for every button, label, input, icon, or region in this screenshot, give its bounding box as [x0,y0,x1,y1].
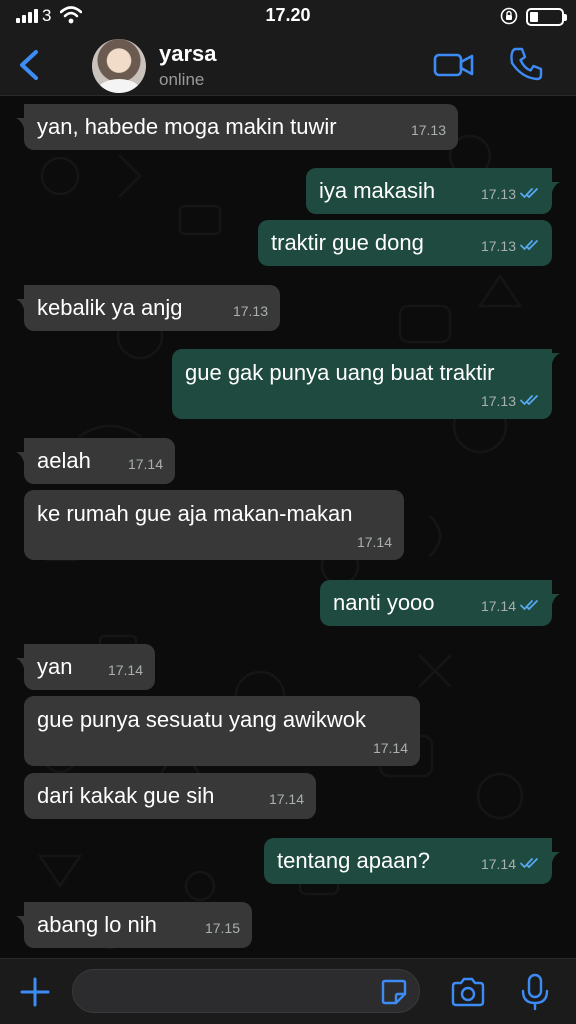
double-check-icon [520,600,538,610]
message-time: 17.14 [356,534,392,550]
incoming-message[interactable]: gue punya sesuatu yang awikwok 17.14 [24,696,420,766]
message-time: 17.13 [480,393,516,409]
message-time: 17.14 [480,598,516,614]
avatar[interactable] [92,39,146,93]
incoming-message[interactable]: aelah 17.14 [16,438,175,484]
battery-icon [526,8,567,26]
message-time: 17.14 [480,856,516,872]
phone-icon[interactable] [508,46,544,82]
bubble-tail [16,104,30,134]
outgoing-message[interactable]: gue gak punya uang buat traktir 17.13 [172,349,560,419]
sticker-icon[interactable] [380,978,408,1006]
chat-header: yarsa online [0,34,576,96]
message-text: kebalik ya anjg [37,295,183,320]
chevron-left-icon[interactable] [16,48,42,82]
message-text: gue gak punya uang buat traktir [185,360,495,385]
message-time: 17.14 [268,791,304,807]
incoming-message[interactable]: ke rumah gue aja makan-makan 17.14 [24,490,404,560]
microphone-icon[interactable] [520,973,550,1011]
bubble-tail [546,580,560,610]
message-time: 17.15 [204,920,240,936]
double-check-icon [520,858,538,868]
message-time: 17.14 [107,662,143,678]
incoming-message[interactable]: dari kakak gue sih 17.14 [24,773,316,819]
bubble-tail [546,349,560,369]
message-time: 17.13 [232,303,268,319]
message-text: iya makasih [319,178,436,203]
message-time: 17.14 [127,456,163,472]
bubble-tail [16,902,30,932]
message-text: nanti yooo [333,590,435,615]
message-input[interactable] [72,969,420,1013]
bubble-tail [16,285,30,315]
contact-status: online [159,70,205,89]
message-time: 17.13 [480,238,516,254]
message-text: abang lo nih [37,912,157,937]
status-time: 17.20 [265,5,311,25]
double-check-icon [520,188,538,198]
message-text: traktir gue dong [271,230,424,255]
bubble-tail [16,644,30,674]
bubble-tail [546,838,560,868]
outgoing-message[interactable]: nanti yooo 17.14 [320,580,560,626]
message-text: aelah [37,448,91,473]
message-text: yan, habede moga makin tuwir [37,114,337,139]
incoming-message[interactable]: yan, habede moga makin tuwir 17.13 [16,104,458,150]
incoming-message[interactable]: abang lo nih 17.15 [16,902,252,948]
video-camera-icon[interactable] [433,51,475,79]
double-check-icon [520,395,538,405]
status-bar: 3 17.20 [0,0,576,34]
message-text: dari kakak gue sih [37,783,215,808]
message-text: gue punya sesuatu yang awikwok [37,707,366,732]
incoming-message[interactable]: kebalik ya anjg 17.13 [16,285,280,331]
message-text: yan [37,654,73,679]
outgoing-message[interactable]: traktir gue dong 17.13 [258,220,552,266]
double-check-icon [520,240,538,250]
bubble-tail [546,168,560,198]
outgoing-message[interactable]: iya makasih 17.13 [306,168,560,214]
plus-icon[interactable] [20,977,50,1007]
message-time: 17.14 [372,740,408,756]
bubble-tail [16,438,30,468]
message-text: ke rumah gue aja makan-makan [37,501,353,526]
incoming-message[interactable]: yan 17.14 [16,644,155,690]
message-time: 17.13 [480,186,516,202]
message-time: 17.13 [410,122,446,138]
chat-area[interactable]: yan, habede moga makin tuwir 17.13 iya mak… [0,96,576,958]
outgoing-message[interactable]: tentang apaan? 17.14 [264,838,560,884]
input-bar [0,958,576,1024]
camera-icon[interactable] [450,977,486,1007]
rotation-lock-icon [500,7,518,25]
contact-name[interactable]: yarsa [159,41,217,67]
message-text: tentang apaan? [277,848,430,873]
